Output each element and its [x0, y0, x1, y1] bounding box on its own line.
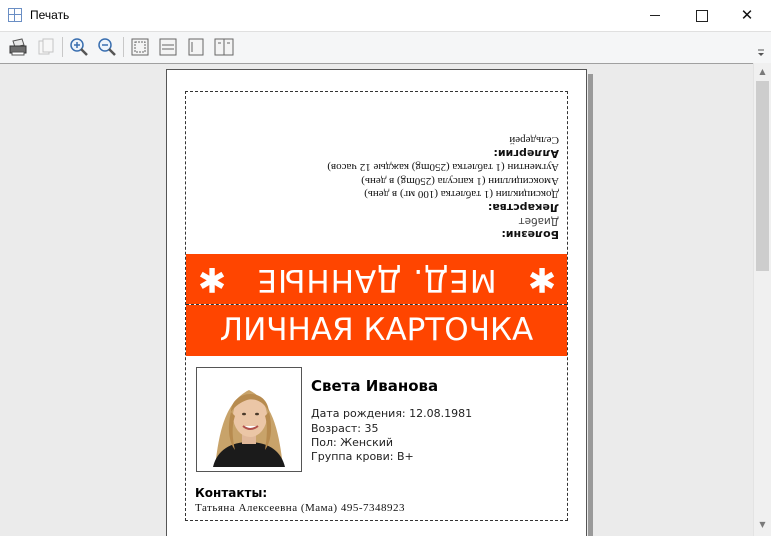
- person-name: Света Иванова: [311, 377, 439, 395]
- maximize-button[interactable]: [678, 0, 724, 31]
- print-icon: [9, 38, 27, 56]
- toolbar: [0, 31, 771, 63]
- title-bar: Печать ✕: [0, 0, 771, 31]
- scroll-up-icon[interactable]: ▲: [754, 67, 771, 79]
- document-page: ✱ МЕД. ДАННЫЕ ✱ Болезни: Диабет Лекарств…: [166, 69, 587, 536]
- medicine-item: Амоксициллин (1 капсула (250mg) в день): [361, 175, 559, 187]
- single-page-button[interactable]: [185, 36, 207, 58]
- print-button[interactable]: [7, 36, 29, 58]
- fit-width-button[interactable]: [157, 36, 179, 58]
- allergy-item: Сельдерей: [509, 134, 559, 147]
- scroll-thumb[interactable]: [756, 81, 769, 271]
- zoom-in-icon: [70, 38, 88, 56]
- sex: Пол: Женский: [311, 436, 394, 449]
- personal-card-banner: ЛИЧНАЯ КАРТОЧКА: [186, 305, 567, 356]
- app-icon: [8, 8, 22, 22]
- two-page-icon: [214, 38, 234, 56]
- medicine-item: Доксициклин (1 таблетка (100 мг) в день): [364, 188, 559, 201]
- card-back-side: ✱ МЕД. ДАННЫЕ ✱ Болезни: Диабет Лекарств…: [186, 92, 567, 304]
- med-data-banner: ✱ МЕД. ДАННЫЕ ✱: [186, 254, 567, 304]
- fit-page-icon: [131, 38, 149, 56]
- photo-frame: [196, 367, 302, 472]
- medical-info: Болезни: Диабет Лекарства: Доксициклин (…: [189, 133, 559, 242]
- window-title: Печать: [30, 8, 70, 22]
- medical-star-icon: ✱: [197, 259, 227, 299]
- med-data-banner-text: МЕД. ДАННЫЕ: [256, 262, 497, 298]
- fit-width-icon: [159, 38, 177, 56]
- contacts-label: Контакты:: [195, 486, 268, 500]
- medical-card: ✱ МЕД. ДАННЫЕ ✱ Болезни: Диабет Лекарств…: [185, 91, 568, 521]
- scroll-down-icon[interactable]: ▼: [754, 520, 771, 532]
- vertical-scrollbar[interactable]: ▲ ▼: [753, 63, 771, 536]
- zoom-out-icon: [98, 38, 116, 56]
- single-page-icon: [188, 38, 204, 56]
- toolbar-separator: [62, 37, 63, 57]
- minimize-button[interactable]: [632, 0, 678, 31]
- person-photo: [201, 372, 297, 467]
- age: Возраст: 35: [311, 422, 379, 435]
- personal-card-banner-text: ЛИЧНАЯ КАРТОЧКА: [219, 312, 534, 348]
- fit-page-button[interactable]: [129, 36, 151, 58]
- toolbar-overflow-icon[interactable]: [757, 49, 766, 58]
- close-icon: ✕: [740, 6, 754, 24]
- zoom-out-button[interactable]: [96, 36, 118, 58]
- medicine-item: Аугментин (1 таблетка (250mg) каждые 12 …: [327, 161, 559, 174]
- document-viewer[interactable]: ✱ МЕД. ДАННЫЕ ✱ Болезни: Диабет Лекарств…: [0, 63, 753, 536]
- print-preview-window: Печать ✕ ✱ МЕД. ДАННЫЕ ✱ Болезни: Диабет…: [0, 0, 771, 536]
- date-of-birth: Дата рождения: 12.08.1981: [311, 407, 473, 420]
- blood-type: Группа крови: B+: [311, 450, 414, 463]
- close-button[interactable]: ✕: [724, 0, 770, 31]
- copy-icon: [38, 38, 54, 55]
- copy-button[interactable]: [35, 36, 57, 58]
- zoom-in-button[interactable]: [68, 36, 90, 58]
- contact-entry: Татьяна Алексеевна (Мама) 495-7348923: [195, 502, 405, 514]
- medicines-label: Лекарства:: [487, 201, 559, 214]
- disease-item: Диабет: [518, 215, 559, 228]
- allergies-label: Аллергии:: [493, 147, 559, 160]
- two-page-button[interactable]: [213, 36, 235, 58]
- diseases-label: Болезни:: [501, 228, 559, 241]
- toolbar-separator: [123, 37, 124, 57]
- page-shadow: [588, 74, 593, 536]
